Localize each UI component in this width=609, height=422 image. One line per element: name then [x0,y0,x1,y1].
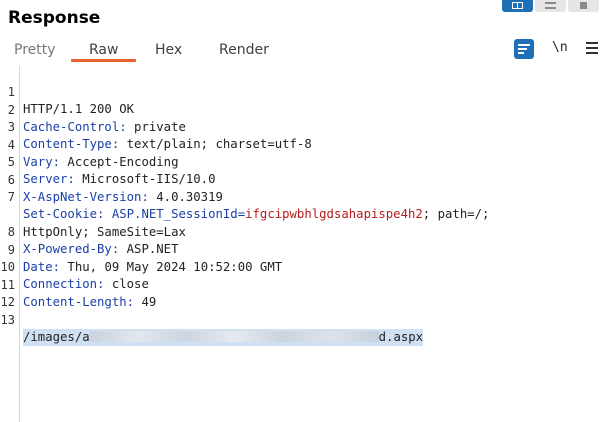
line-number: 13 [0,312,15,327]
code-line: HttpOnly; SameSite=Lax [0,190,186,239]
header-value: Microsoft-IIS/10.0 [74,172,216,186]
header-value: close [104,277,149,291]
code-line: 3 Content-Type: text/plain; charset=utf-… [0,102,312,151]
tab-hex[interactable]: Hex [155,42,182,58]
header-value: 49 [134,294,157,309]
menu-icon[interactable] [586,42,598,57]
code-line: 1 HTTP/1.1 200 OK [0,67,134,116]
layout-split-vertical-icon[interactable] [535,0,566,12]
header-key: Content-Length: [23,294,135,309]
code-line: 6 X-AspNet-Version: 4.0.30319 [0,155,223,204]
status-line: HTTP/1.1 200 OK [23,102,135,116]
code-line: 8 X-Powered-By: ASP.NET [0,207,179,256]
header-key: X-Powered-By: [23,242,120,256]
code-line: 9 Date: Thu, 09 May 2024 10:52:00 GMT [0,225,282,274]
redacted-region [89,330,379,342]
tab-pretty[interactable]: Pretty [14,42,56,58]
header-value: text/plain; charset=utf-8 [119,137,312,151]
header-value: Accept-Encoding [60,154,179,169]
body-text-end: d.aspx [378,329,424,344]
layout-switcher [502,0,601,12]
response-editor[interactable]: 1 HTTP/1.1 200 OK 2 Cache-Control: priva… [0,66,609,422]
header-key: Cache-Control: [23,119,127,134]
body-text-start: /images/a [23,329,90,344]
cookie-attributes-continued: HttpOnly; SameSite=Lax [23,224,186,239]
header-key: Content-Type: [23,137,120,151]
header-value: private [126,119,186,134]
tab-raw[interactable]: Raw [89,42,118,58]
code-line: 4 Vary: Accept-Encoding [0,120,179,169]
layout-single-icon[interactable] [568,0,599,12]
show-newlines-button[interactable]: \n [552,40,568,55]
selected-body-text[interactable]: /images/a d.aspx [23,328,424,346]
cookie-attributes: ; path=/; [422,207,490,221]
header-key: X-AspNet-Version: [23,189,149,204]
code-line: 2 Cache-Control: private [0,85,186,134]
code-line: 13 /images/a d.aspx [0,295,424,346]
header-key: Server: [23,172,75,186]
active-tab-indicator [71,59,136,62]
header-value: 4.0.30319 [148,189,223,204]
code-line: 10 Connection: close [0,242,149,291]
code-line: 5 Server: Microsoft-IIS/10.0 [0,137,216,186]
code-line: 7 Set-Cookie: ASP.NET_SessionId=ifgcipwb… [0,172,490,221]
cookie-name: ASP.NET_SessionId= [104,207,246,221]
code-line: 11 Content-Length: 49 [0,260,157,309]
header-key: Connection: [23,277,105,291]
header-key: Set-Cookie: [23,207,105,221]
header-value: ASP.NET [119,242,179,256]
code-line: 12 [0,277,30,309]
tab-render[interactable]: Render [219,42,269,58]
word-wrap-icon[interactable] [514,39,534,59]
header-value: Thu, 09 May 2024 10:52:00 GMT [60,259,283,274]
panel-title: Response [8,8,101,28]
layout-split-horizontal-icon[interactable] [502,0,533,12]
cookie-value: ifgcipwbhlgdsahapispe4h2 [245,207,423,221]
